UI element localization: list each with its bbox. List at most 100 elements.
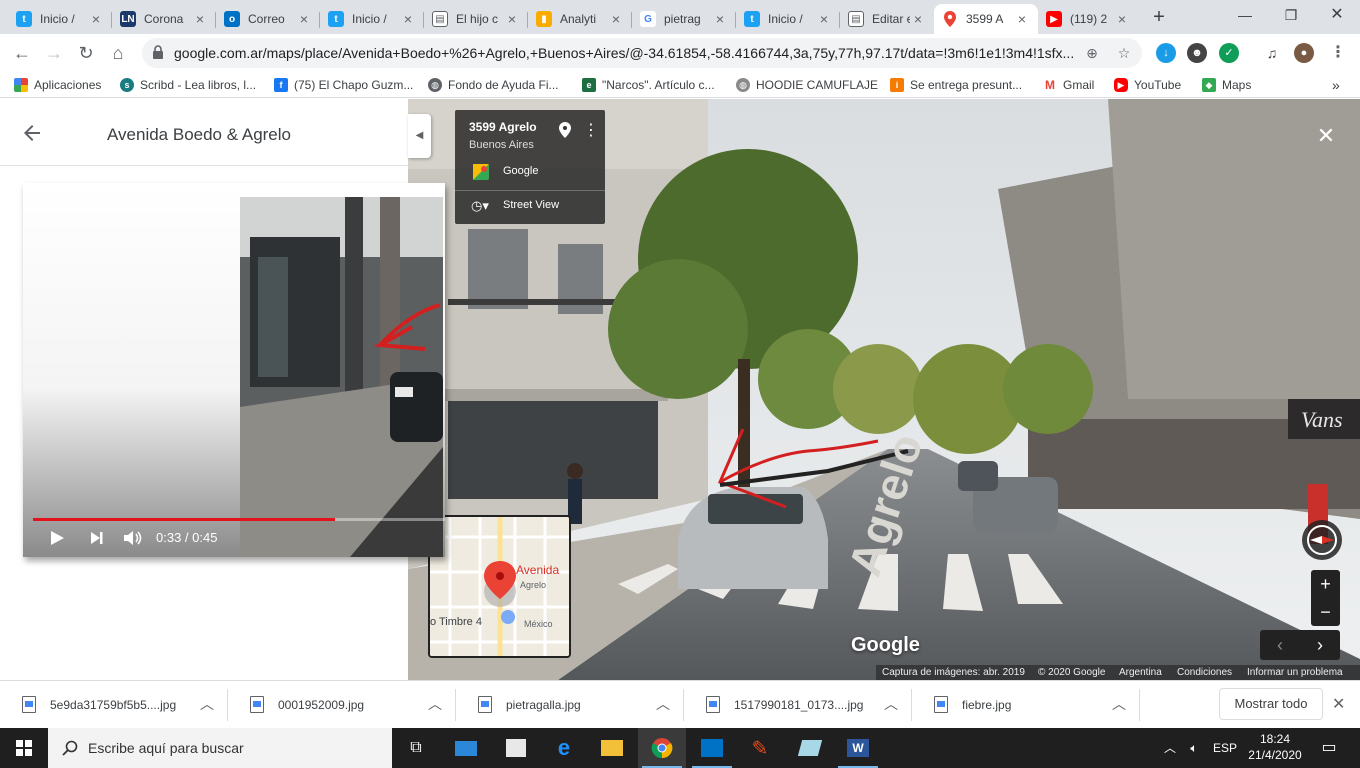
bookmark-narcos[interactable]: e "Narcos". Artículo c...: [582, 76, 715, 94]
report-problem-link[interactable]: Informar un problema: [1247, 667, 1343, 678]
tab-el-hijo[interactable]: ▤ El hijo c ×: [424, 4, 528, 34]
bookmark-info[interactable]: i Se entrega presunt...: [890, 76, 1022, 94]
notifications-icon[interactable]: ▭: [1314, 728, 1344, 768]
bookmark-maps[interactable]: ◆ Maps: [1202, 76, 1251, 94]
terms-link[interactable]: Condiciones: [1177, 667, 1232, 678]
history-clock-icon[interactable]: ◷▾: [471, 198, 489, 214]
bookmark-hoodie[interactable]: ◍ HOODIE CAMUFLAJE: [736, 76, 878, 94]
tab-corona[interactable]: LN Corona ×: [112, 4, 216, 34]
bookmarks-overflow-button[interactable]: »: [1332, 76, 1340, 94]
minimap[interactable]: Avenida Agrelo o Timbre 4 México: [428, 515, 571, 658]
bookmark-star-icon[interactable]: ☆: [1114, 43, 1134, 63]
close-window-button[interactable]: ✕: [1314, 0, 1360, 32]
add-icon[interactable]: ⊕: [1082, 43, 1102, 63]
download-item[interactable]: fiebre.jpg ︿: [912, 681, 1140, 729]
tab-twitter-3[interactable]: t Inicio / ×: [736, 4, 840, 34]
address-bar[interactable]: google.com.ar/maps/place/Avenida+Boedo+%…: [142, 38, 1142, 68]
close-shelf-icon[interactable]: ✕: [1332, 694, 1345, 714]
close-tab-icon[interactable]: ×: [910, 11, 926, 27]
chevron-up-icon[interactable]: ︿: [428, 694, 442, 714]
next-arrow-button[interactable]: ›: [1300, 630, 1340, 660]
close-tab-icon[interactable]: ×: [504, 11, 520, 27]
restore-button[interactable]: ❐: [1268, 0, 1314, 32]
taskbar-outlook[interactable]: [688, 728, 736, 768]
tab-twitter-2[interactable]: t Inicio / ×: [320, 4, 424, 34]
forward-button[interactable]: →: [40, 39, 68, 67]
clock[interactable]: 18:24 21/4/2020: [1246, 731, 1304, 763]
chevron-up-icon[interactable]: ︿: [1112, 694, 1126, 714]
close-tab-icon[interactable]: ×: [88, 11, 104, 27]
url-text[interactable]: google.com.ar/maps/place/Avenida+Boedo+%…: [174, 45, 1074, 61]
media-control-icon[interactable]: ♫: [1262, 43, 1282, 63]
volume-button[interactable]: [123, 527, 143, 549]
download-item[interactable]: pietragalla.jpg ︿: [456, 681, 684, 729]
video-frame[interactable]: [240, 197, 443, 557]
bookmark-scribd[interactable]: s Scribd - Lea libros, l...: [120, 76, 256, 94]
reload-button[interactable]: ↻: [72, 39, 100, 67]
bookmark-youtube[interactable]: ▶ YouTube: [1114, 76, 1181, 94]
language-indicator[interactable]: ESP: [1210, 728, 1240, 768]
country-link[interactable]: Argentina: [1119, 667, 1162, 678]
task-view-button[interactable]: ⧉: [392, 728, 440, 768]
bookmark-gmail[interactable]: M Gmail: [1043, 76, 1094, 94]
close-tab-icon[interactable]: ×: [400, 11, 416, 27]
tab-google-search[interactable]: G pietrag ×: [632, 4, 736, 34]
close-tab-icon[interactable]: ×: [1114, 11, 1130, 27]
close-tab-icon[interactable]: ×: [1014, 11, 1030, 27]
play-button[interactable]: [49, 527, 65, 549]
close-tab-icon[interactable]: ×: [608, 11, 624, 27]
tray-overflow-icon[interactable]: ︿: [1160, 728, 1180, 768]
taskbar-paint[interactable]: ✎: [736, 728, 784, 768]
taskbar-chrome[interactable]: [638, 728, 686, 768]
close-street-view-button[interactable]: ✕: [1312, 122, 1340, 150]
close-tab-icon[interactable]: ×: [296, 11, 312, 27]
video-player[interactable]: 0:33 / 0:45: [23, 183, 445, 557]
tab-youtube[interactable]: ▶ (119) 2 ×: [1038, 4, 1138, 34]
collapse-panel-button[interactable]: ◀: [408, 114, 431, 158]
show-all-downloads-button[interactable]: Mostrar todo: [1219, 688, 1323, 720]
card-menu-kebab-icon[interactable]: ⋮: [583, 120, 599, 140]
taskbar-word[interactable]: W: [834, 728, 882, 768]
tab-editar[interactable]: ▤ Editar e ×: [840, 4, 934, 34]
tab-correo[interactable]: o Correo ×: [216, 4, 320, 34]
tab-analytics[interactable]: ▮ Analyti ×: [528, 4, 632, 34]
download-item[interactable]: 5e9da31759bf5b5....jpg ︿: [0, 681, 228, 729]
chevron-up-icon[interactable]: ︿: [656, 694, 670, 714]
chevron-up-icon[interactable]: ︿: [884, 694, 898, 714]
taskbar-explorer[interactable]: [588, 728, 636, 768]
new-tab-button[interactable]: +: [1146, 6, 1172, 30]
home-button[interactable]: ⌂: [104, 39, 132, 67]
taskbar-store[interactable]: [492, 728, 540, 768]
close-tab-icon[interactable]: ×: [712, 11, 728, 27]
minimap-canvas[interactable]: [430, 517, 569, 656]
chevron-up-icon[interactable]: ︿: [200, 694, 214, 714]
tab-maps[interactable]: 3599 A ×: [934, 4, 1038, 34]
taskbar-notes[interactable]: [786, 728, 834, 768]
download-extension-icon[interactable]: ↓: [1156, 43, 1176, 63]
minimize-button[interactable]: —: [1222, 0, 1268, 32]
bookmark-apps[interactable]: Aplicaciones: [14, 76, 101, 94]
zoom-in-button[interactable]: +: [1311, 570, 1340, 598]
next-button[interactable]: [90, 527, 104, 549]
taskbar-edge[interactable]: e: [540, 728, 588, 768]
prev-arrow-button[interactable]: ‹: [1260, 630, 1300, 660]
back-button[interactable]: ←: [8, 39, 36, 67]
speaker-icon[interactable]: 🔈︎: [1183, 728, 1205, 768]
shield-extension-icon[interactable]: ✓: [1219, 43, 1239, 63]
taskbar-search[interactable]: Escribe aquí para buscar: [48, 728, 392, 768]
avatar[interactable]: ●: [1294, 43, 1314, 63]
robot-extension-icon[interactable]: ☻: [1187, 43, 1207, 63]
download-item[interactable]: 0001952009.jpg ︿: [228, 681, 456, 729]
close-tab-icon[interactable]: ×: [192, 11, 208, 27]
taskbar-mail[interactable]: [442, 728, 490, 768]
bookmark-fondo[interactable]: ◍ Fondo de Ayuda Fi...: [428, 76, 559, 94]
location-pin-icon[interactable]: [559, 122, 571, 138]
download-item[interactable]: 1517990181_0173....jpg ︿: [684, 681, 912, 729]
bookmark-facebook[interactable]: f (75) El Chapo Guzm...: [274, 76, 413, 94]
start-button[interactable]: [0, 728, 48, 768]
card-source[interactable]: Google: [503, 165, 538, 177]
tab-twitter-1[interactable]: t Inicio / ×: [8, 4, 112, 34]
video-progress-bar[interactable]: [33, 518, 445, 521]
menu-kebab-icon[interactable]: ⋮: [1328, 43, 1348, 63]
back-arrow-icon[interactable]: [20, 121, 44, 145]
